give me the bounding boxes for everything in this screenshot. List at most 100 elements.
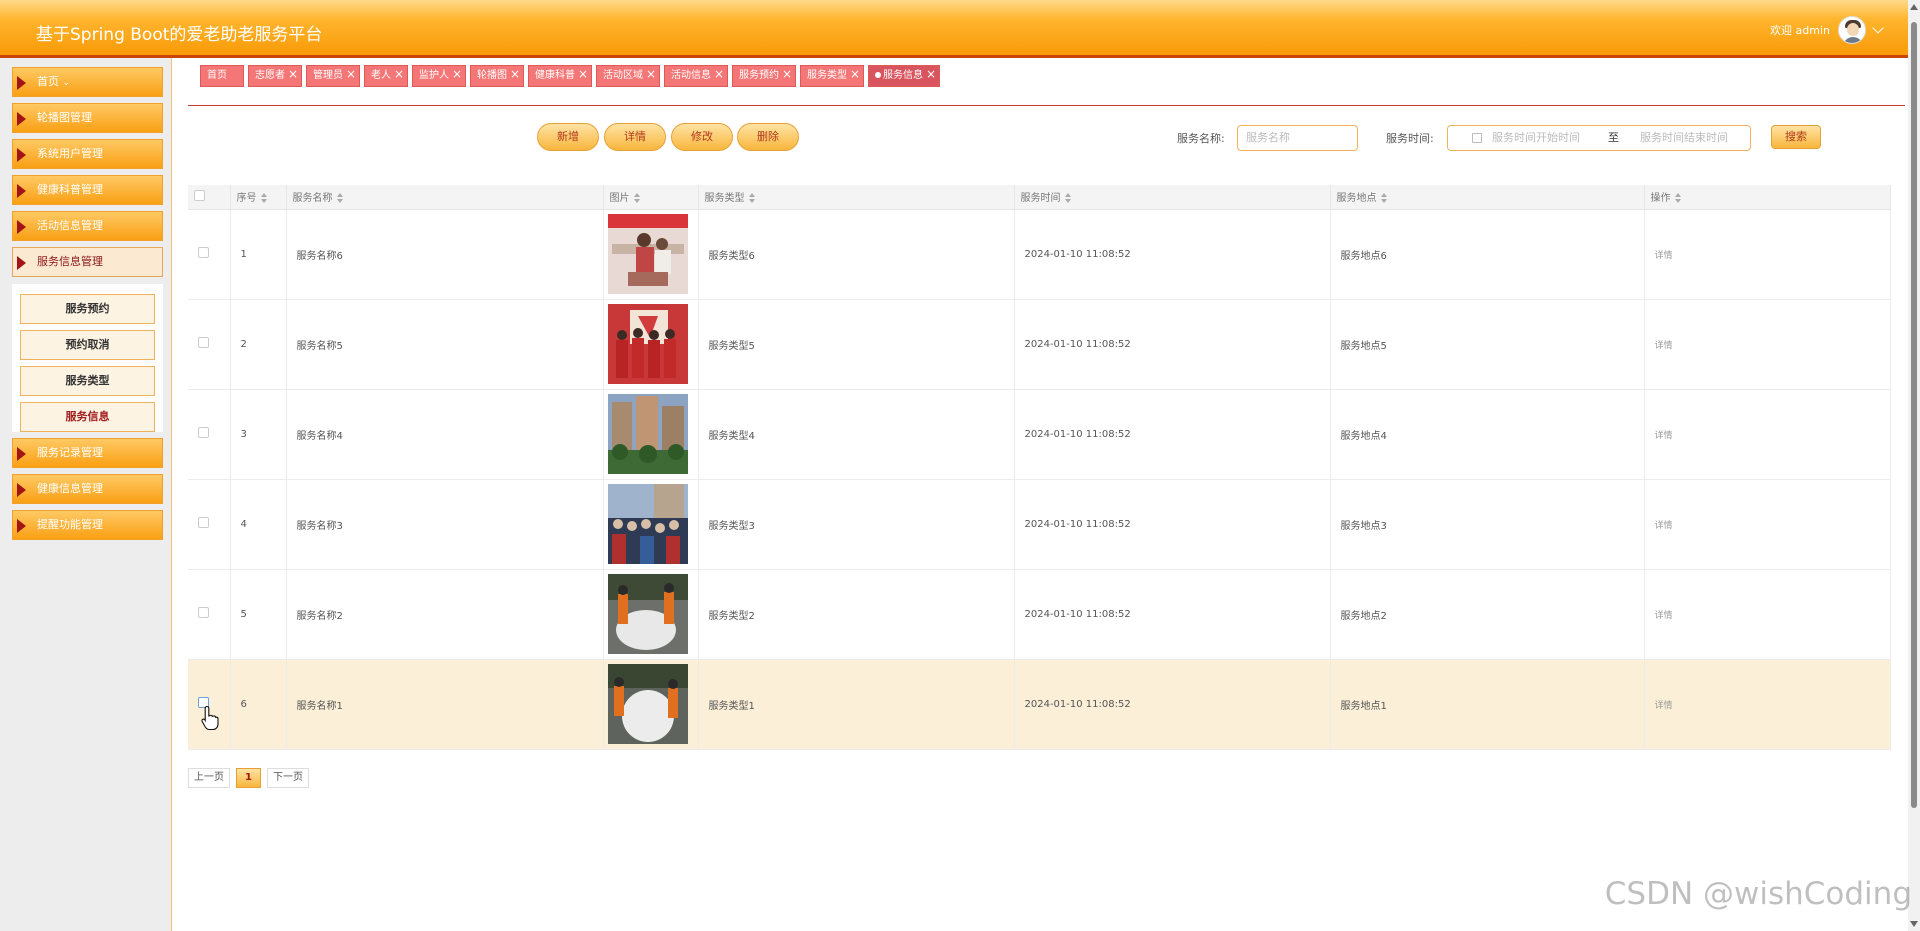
tab-activity-area[interactable]: 活动区域 × xyxy=(596,65,660,87)
row-detail-link[interactable]: 详情 xyxy=(1655,611,1673,621)
row-detail-link[interactable]: 详情 xyxy=(1655,521,1673,531)
service-photo-image[interactable] xyxy=(607,214,688,294)
row-detail-link[interactable]: 详情 xyxy=(1655,341,1673,351)
page-number-button[interactable]: 1 xyxy=(236,768,261,788)
row-checkbox[interactable] xyxy=(198,607,209,618)
sidebar-item-users[interactable]: 系统用户管理 xyxy=(12,139,163,169)
column-header[interactable]: 服务类型 xyxy=(698,185,1015,210)
triangle-right-icon xyxy=(17,184,26,198)
scroll-down-icon[interactable] xyxy=(1910,921,1918,927)
sidebar-item-service-records[interactable]: 服务记录管理 xyxy=(12,438,163,468)
sidebar-item-label: 轮播图管理 xyxy=(37,111,92,124)
row-detail-link[interactable]: 详情 xyxy=(1655,431,1673,441)
sidebar-item-health-science[interactable]: 健康科普管理 xyxy=(12,175,163,205)
row-service-type: 服务类型1 xyxy=(698,659,1015,750)
table-row[interactable]: 2 服务名称5 服务类型5 2024-01-10 11:08:52 服务地点5 … xyxy=(188,299,1891,390)
tab-carousel[interactable]: 轮播图 × xyxy=(470,65,524,87)
close-icon[interactable]: × xyxy=(394,64,404,84)
tab-health-science[interactable]: 健康科普 × xyxy=(528,65,592,87)
service-name-input[interactable]: 服务名称 xyxy=(1237,125,1358,151)
column-header[interactable]: 服务时间 xyxy=(1014,185,1331,210)
row-detail-link[interactable]: 详情 xyxy=(1655,701,1673,711)
tab-elderly[interactable]: 老人 × xyxy=(364,65,408,87)
tab-volunteer[interactable]: 志愿者 × xyxy=(248,65,302,87)
row-detail-link[interactable]: 详情 xyxy=(1655,251,1673,261)
row-image[interactable] xyxy=(603,299,699,390)
service-time-range-input[interactable]: 服务时间开始时间 至 服务时间结束时间 xyxy=(1447,125,1751,151)
tab-service-info[interactable]: 服务信息 × xyxy=(868,65,940,87)
service-photo-image[interactable] xyxy=(607,574,688,654)
chevron-down-icon[interactable] xyxy=(1872,22,1884,34)
service-photo-image[interactable] xyxy=(607,484,688,564)
select-all-checkbox[interactable] xyxy=(188,185,231,210)
close-icon[interactable]: × xyxy=(288,64,298,84)
submenu-item-cancel[interactable]: 预约取消 xyxy=(20,330,155,360)
add-button[interactable]: 新增 xyxy=(537,123,599,151)
row-checkbox[interactable] xyxy=(198,517,209,528)
prev-page-button[interactable]: 上一页 xyxy=(188,768,230,788)
table-row[interactable]: 6 服务名称1 服务类型1 2024-01-10 11:08:52 服务地点1 … xyxy=(188,659,1891,750)
column-header[interactable]: 序号 xyxy=(230,185,287,210)
column-header[interactable]: 图片 xyxy=(603,185,699,210)
avatar[interactable] xyxy=(1838,16,1866,44)
submenu-item-service-type[interactable]: 服务类型 xyxy=(20,366,155,396)
watermark-text: CSDN @wishCoding xyxy=(1604,876,1912,912)
row-checkbox[interactable] xyxy=(198,337,209,348)
sidebar-item-reminders[interactable]: 提醒功能管理 xyxy=(12,510,163,540)
edit-button[interactable]: 修改 xyxy=(671,123,733,151)
row-image[interactable] xyxy=(603,479,699,570)
table-header-row: 序号 服务名称 图片 服务类型 服务时间 服务地点 操作 xyxy=(188,185,1891,210)
close-icon[interactable]: × xyxy=(452,64,462,84)
row-checkbox[interactable] xyxy=(198,427,209,438)
tab-activity-info[interactable]: 活动信息 × xyxy=(664,65,728,87)
row-service-name: 服务名称2 xyxy=(286,569,604,660)
column-header[interactable]: 服务名称 xyxy=(286,185,604,210)
sidebar-item-health-info[interactable]: 健康信息管理 xyxy=(12,474,163,504)
tab-service-booking[interactable]: 服务预约 × xyxy=(732,65,796,87)
tab-service-type[interactable]: 服务类型 × xyxy=(800,65,864,87)
row-image[interactable] xyxy=(603,389,699,480)
row-service-place: 服务地点2 xyxy=(1330,569,1645,660)
sidebar-item-carousel[interactable]: 轮播图管理 xyxy=(12,103,163,133)
submenu-item-service-info[interactable]: 服务信息 xyxy=(20,402,155,432)
close-icon[interactable]: × xyxy=(346,64,356,84)
close-icon[interactable]: × xyxy=(850,64,860,84)
tab-guardian[interactable]: 监护人 × xyxy=(412,65,466,87)
table-row[interactable]: 1 服务名称6 服务类型6 2024-01-10 11:08:52 服务地点6 … xyxy=(188,209,1891,300)
row-image[interactable] xyxy=(603,569,699,660)
column-header[interactable]: 服务地点 xyxy=(1330,185,1645,210)
close-icon[interactable]: × xyxy=(714,64,724,84)
sidebar-item-activities[interactable]: 活动信息管理 xyxy=(12,211,163,241)
tab-admin[interactable]: 管理员 × xyxy=(306,65,360,87)
delete-button[interactable]: 删除 xyxy=(737,123,799,151)
submenu-item-booking[interactable]: 服务预约 xyxy=(20,294,155,324)
service-photo-image[interactable] xyxy=(607,394,688,474)
close-icon[interactable]: × xyxy=(578,64,588,84)
row-checkbox[interactable] xyxy=(198,247,209,258)
search-button[interactable]: 搜索 xyxy=(1771,125,1821,149)
tab-home[interactable]: 首页 xyxy=(200,65,244,87)
scroll-up-icon[interactable] xyxy=(1910,4,1918,10)
sidebar-item-home[interactable]: 首页 ⌄ xyxy=(12,67,163,97)
page-scrollbar[interactable] xyxy=(1908,0,1920,931)
scrollbar-thumb[interactable] xyxy=(1911,22,1917,808)
table-row[interactable]: 5 服务名称2 服务类型2 2024-01-10 11:08:52 服务地点2 … xyxy=(188,569,1891,660)
close-icon[interactable]: × xyxy=(510,64,520,84)
triangle-right-icon xyxy=(17,519,26,533)
next-page-button[interactable]: 下一页 xyxy=(266,768,309,788)
close-icon[interactable]: × xyxy=(926,64,936,84)
time-end-placeholder[interactable]: 服务时间结束时间 xyxy=(1640,126,1728,150)
service-photo-image[interactable] xyxy=(607,304,688,384)
time-start-placeholder[interactable]: 服务时间开始时间 xyxy=(1492,126,1580,150)
table-row[interactable]: 4 服务名称3 服务类型3 2024-01-10 11:08:52 服务地点3 … xyxy=(188,479,1891,570)
row-image[interactable] xyxy=(603,659,699,750)
service-photo-image[interactable] xyxy=(607,664,688,744)
row-image[interactable] xyxy=(603,209,699,300)
column-header[interactable]: 操作 xyxy=(1644,185,1891,210)
close-icon[interactable]: × xyxy=(782,64,792,84)
detail-button[interactable]: 详情 xyxy=(604,123,666,151)
user-menu[interactable]: 欢迎 admin xyxy=(1770,16,1884,44)
table-row[interactable]: 3 服务名称4 服务类型4 2024-01-10 11:08:52 服务地点4 … xyxy=(188,389,1891,480)
sidebar-item-services[interactable]: 服务信息管理 xyxy=(12,247,163,277)
close-icon[interactable]: × xyxy=(646,64,656,84)
